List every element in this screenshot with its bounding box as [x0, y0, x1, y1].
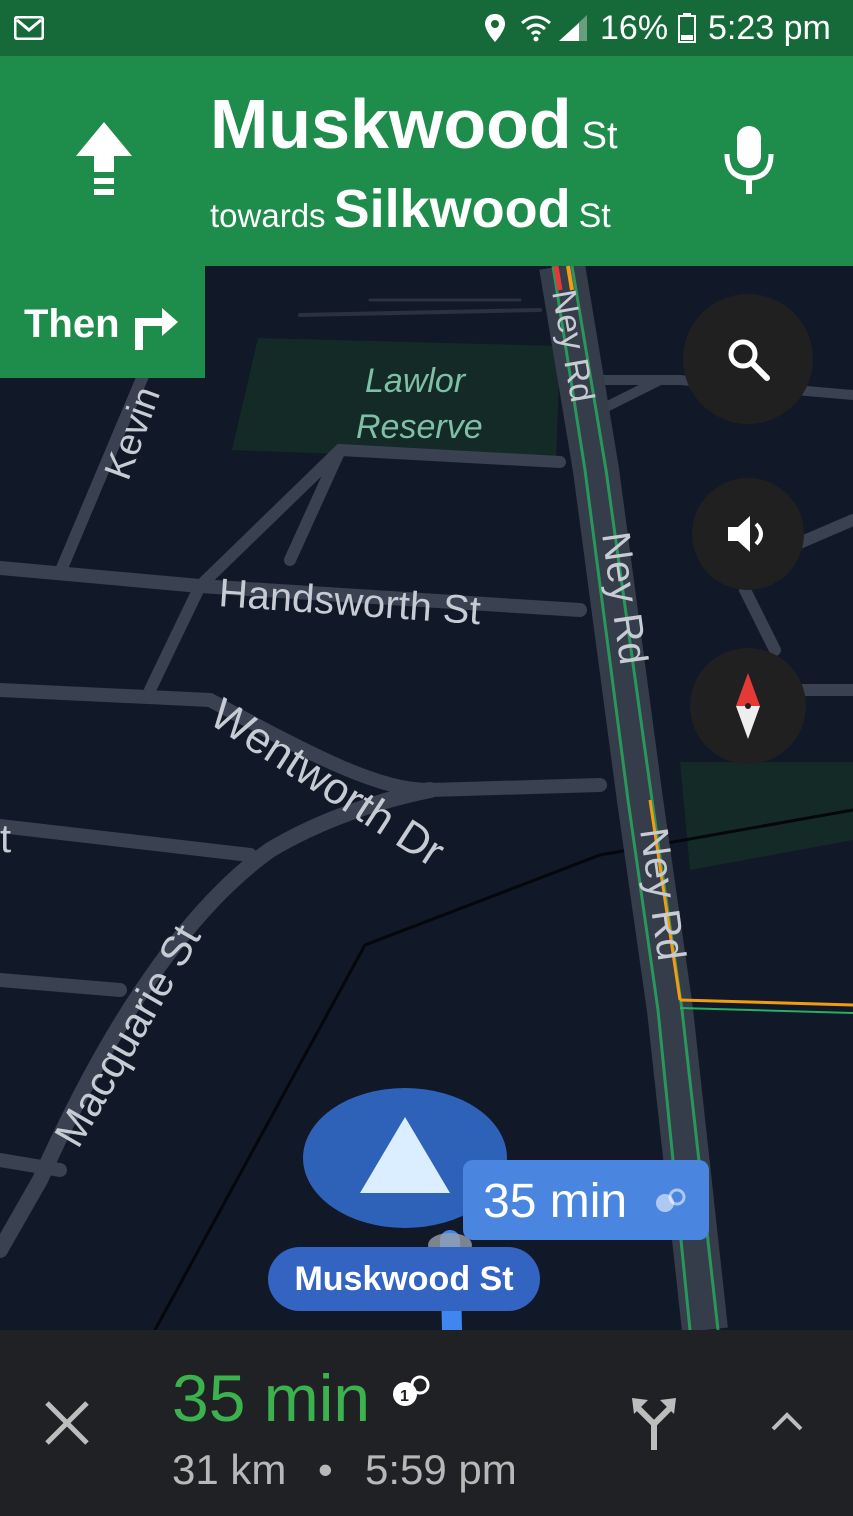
trip-distance: 31 km — [172, 1446, 287, 1493]
wifi-icon — [520, 0, 552, 56]
turn-right-icon — [135, 308, 178, 350]
trip-duration: 35 min — [172, 1361, 371, 1435]
clock: 5:23 pm — [708, 8, 831, 47]
svg-text:1: 1 — [400, 1388, 409, 1405]
search-button[interactable] — [683, 294, 813, 424]
search-icon — [728, 339, 770, 381]
straight-arrow-icon — [76, 122, 132, 195]
map-label-lawlor: Lawlor — [365, 362, 467, 400]
instruction-street-suffix: St — [581, 115, 618, 157]
alternate-routes-icon[interactable] — [630, 1396, 678, 1452]
sound-button[interactable] — [692, 478, 804, 590]
current-street-pill: Muskwood St — [268, 1247, 540, 1311]
status-bar: 16% 5:23 pm — [0, 0, 853, 56]
compass-button[interactable] — [690, 648, 806, 764]
battery-percent: 16% — [600, 8, 669, 47]
towards-street-suffix: St — [578, 197, 611, 235]
location-icon — [484, 0, 506, 56]
compass-icon — [736, 673, 760, 739]
navigation-screen: Lawlor Reserve Kevin Handsworth St Wentw… — [0, 0, 853, 1516]
map-label-reserve: Reserve — [356, 408, 483, 446]
gmail-icon — [14, 0, 44, 56]
chevron-up-icon[interactable] — [770, 1410, 804, 1432]
eta-bubble-text: 35 min — [483, 1175, 628, 1228]
next-step-box[interactable]: Then — [0, 266, 205, 378]
instruction-street-name: Muskwood — [210, 85, 572, 163]
trip-summary-bar[interactable]: 35 min 1 31 km • 5:59 pm — [0, 1330, 853, 1516]
traffic-icon: 1 — [393, 1375, 430, 1406]
battery-icon — [678, 0, 696, 56]
navigation-instruction-header[interactable]: Muskwood St towards Silkwood St — [0, 56, 853, 266]
map-view[interactable]: Lawlor Reserve Kevin Handsworth St Wentw… — [0, 266, 853, 1330]
current-street-instruction: Muskwood St — [210, 84, 618, 164]
towards-word: towards — [210, 197, 326, 234]
towards-street-name: Silkwood — [333, 179, 571, 239]
next-step-label: Then — [24, 302, 120, 346]
map-label-edge: t — [0, 817, 11, 861]
eta-map-bubble[interactable]: 35 min — [463, 1160, 709, 1240]
volume-icon — [728, 516, 763, 552]
arrival-time: 5:59 pm — [365, 1446, 517, 1493]
signal-icon — [557, 0, 589, 56]
microphone-icon[interactable] — [722, 124, 776, 196]
separator-dot: • — [318, 1446, 333, 1493]
close-icon[interactable] — [44, 1400, 90, 1446]
towards-instruction: towards Silkwood St — [210, 178, 611, 240]
traffic-icon — [656, 1188, 686, 1212]
